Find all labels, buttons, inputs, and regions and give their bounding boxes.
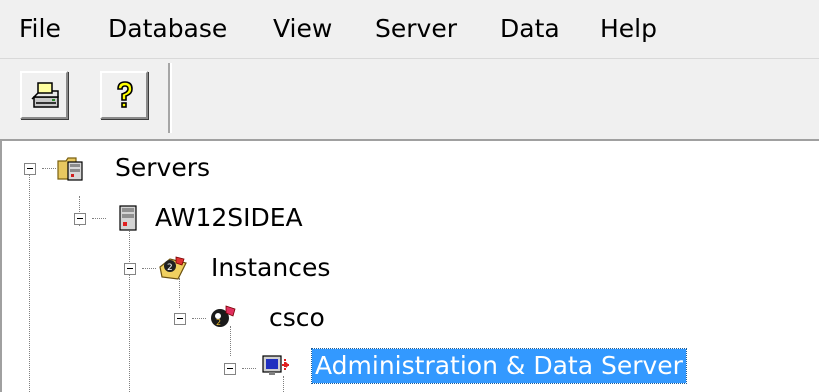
tree-line <box>129 228 130 392</box>
tree-node-label-selected: Administration & Data Server <box>311 348 687 384</box>
tree-line <box>192 318 206 319</box>
instances-icon: 2 <box>159 256 187 280</box>
servers-folder-icon <box>57 157 83 181</box>
menu-server[interactable]: Server <box>375 12 457 46</box>
tree-node-label: Instances <box>211 253 331 282</box>
print-icon <box>31 82 59 108</box>
menu-file[interactable]: File <box>19 12 61 46</box>
instance-icon: 2 <box>211 305 236 327</box>
tree-line <box>242 368 256 369</box>
svg-text:2: 2 <box>216 318 221 327</box>
toolbar-separator <box>168 63 172 133</box>
help-button[interactable] <box>100 71 148 119</box>
collapse-toggle-csco[interactable] <box>174 313 186 325</box>
menu-view[interactable]: View <box>273 12 332 46</box>
collapse-toggle-admin-data-server[interactable] <box>224 363 236 375</box>
tree-node-label: csco <box>269 303 325 332</box>
help-question-icon <box>117 81 133 108</box>
toolbar <box>0 58 819 139</box>
tree-node-label: AW12SIDEA <box>155 203 303 232</box>
menu-database[interactable]: Database <box>108 12 227 46</box>
collapse-toggle-aw12sidea[interactable] <box>74 213 86 225</box>
tree-node-label: Servers <box>115 153 211 182</box>
tree-line <box>42 168 56 169</box>
menu-bar: File Database View Server Data Help <box>0 0 819 58</box>
print-button[interactable] <box>20 71 68 119</box>
tree-line <box>92 218 106 219</box>
server-icon <box>119 205 137 231</box>
collapse-toggle-servers[interactable] <box>24 163 36 175</box>
tree-line <box>29 174 30 392</box>
svg-text:2: 2 <box>167 263 173 273</box>
menu-data[interactable]: Data <box>500 12 560 46</box>
server-tree: Servers AW12SIDEA 2 Instances 2 csco Adm… <box>0 139 819 392</box>
collapse-toggle-instances[interactable] <box>124 263 136 275</box>
admin-data-server-icon <box>262 355 289 375</box>
tree-line <box>142 268 156 269</box>
menu-help[interactable]: Help <box>600 12 657 46</box>
